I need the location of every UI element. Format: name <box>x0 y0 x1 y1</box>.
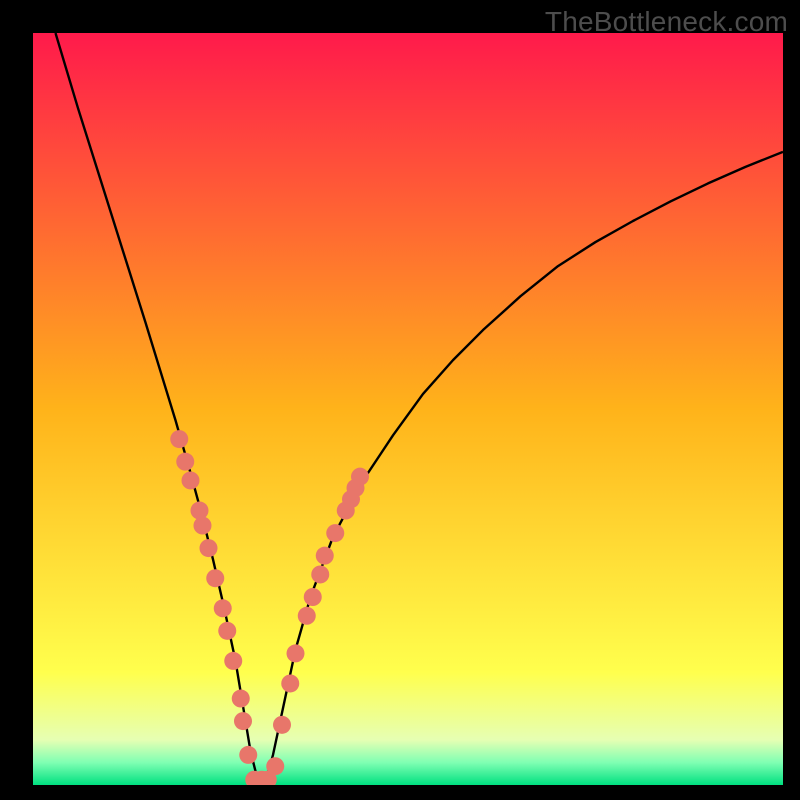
sample-point <box>206 569 224 587</box>
sample-point <box>351 468 369 486</box>
sample-point <box>176 453 194 471</box>
plot-area <box>33 33 783 785</box>
chart-frame: TheBottleneck.com <box>0 0 800 800</box>
sample-point <box>191 502 209 520</box>
sample-point <box>287 644 305 662</box>
sample-point <box>273 716 291 734</box>
sample-point <box>170 430 188 448</box>
sample-point <box>214 599 232 617</box>
sample-point <box>311 565 329 583</box>
gradient-background <box>33 33 783 785</box>
chart-svg <box>33 33 783 785</box>
sample-point <box>234 712 252 730</box>
sample-point <box>298 607 316 625</box>
sample-point <box>194 517 212 535</box>
sample-point <box>266 757 284 775</box>
sample-point <box>239 746 257 764</box>
sample-point <box>182 471 200 489</box>
sample-point <box>232 690 250 708</box>
sample-point <box>326 524 344 542</box>
sample-point <box>224 652 242 670</box>
sample-point <box>304 588 322 606</box>
sample-point <box>218 622 236 640</box>
sample-point <box>316 547 334 565</box>
sample-point <box>200 539 218 557</box>
sample-point <box>281 674 299 692</box>
